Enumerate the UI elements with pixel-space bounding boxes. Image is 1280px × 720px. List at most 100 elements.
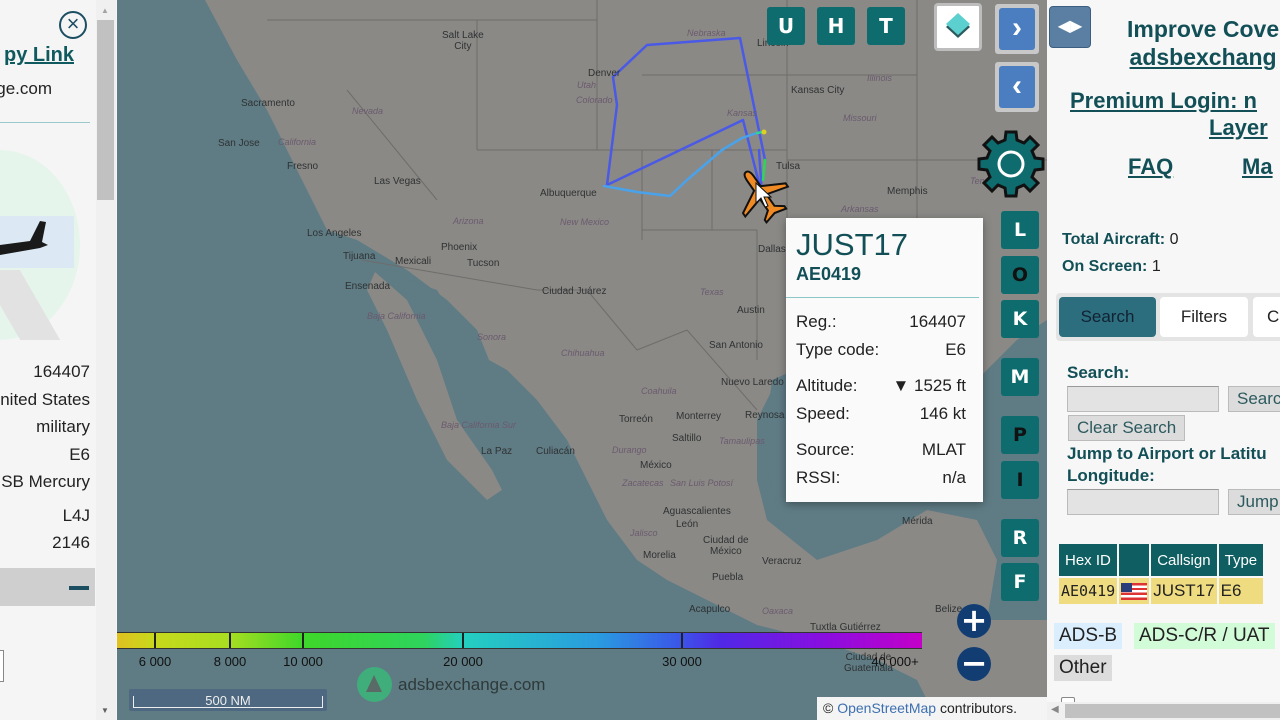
map-label-torreon: Torreón <box>619 414 653 425</box>
map-label-culiacan: Culiacán <box>536 446 575 457</box>
total-aircraft-stat: Total Aircraft: 0 <box>1062 231 1178 249</box>
aircraft-photo[interactable] <box>0 130 95 360</box>
vertical-scrollbar[interactable]: ▲ ▼ <box>96 0 116 720</box>
info-icao-class: L4J <box>62 505 90 525</box>
jump-label-2: Longitude: <box>1067 466 1155 485</box>
search-input[interactable] <box>1067 386 1219 412</box>
map-label-colorado: Colorado <box>576 95 613 105</box>
layers-button[interactable] <box>934 3 982 51</box>
copy-link[interactable]: py Link <box>4 44 74 67</box>
map-label-san-luis-potosi: San Luis Potosí <box>670 478 734 488</box>
scrollbar-thumb[interactable] <box>97 20 114 200</box>
toggle-u-button[interactable]: U <box>767 7 805 45</box>
map-label-jalisco: Jalisco <box>630 528 658 538</box>
info-rows: 164407 nited States military E6 SB Mercu… <box>0 358 90 557</box>
clear-search-button[interactable]: Clear Search <box>1068 415 1186 441</box>
map-label-texas: Texas <box>700 287 724 297</box>
checkbox-stub[interactable] <box>0 650 4 682</box>
sidebar-tabs: Search Filters C <box>1056 293 1280 341</box>
table-header-row: Hex ID Callsign Type <box>1059 544 1264 576</box>
scroll-down-icon[interactable]: ▼ <box>101 706 109 715</box>
map-link[interactable]: Ma <box>1242 154 1273 180</box>
tab-other[interactable]: C <box>1253 297 1280 337</box>
map-label-phoenix: Phoenix <box>441 242 478 253</box>
aircraft-table: Hex ID Callsign Type AE0419 JUST17 E6 <box>1057 542 1265 606</box>
tab-filters[interactable]: Filters <box>1160 297 1248 337</box>
popup-value: E6 <box>945 340 966 359</box>
scroll-up-icon[interactable]: ▲ <box>101 6 109 15</box>
toggle-i-button[interactable]: I <box>1001 461 1039 499</box>
map-label-ciudad-de-mexico: Ciudad de México <box>703 535 749 557</box>
collapse-section-button[interactable] <box>0 568 95 606</box>
premium-layer-link[interactable]: Layer <box>1209 115 1268 141</box>
toggle-f-button[interactable]: F <box>1001 563 1039 601</box>
column-header-callsign[interactable]: Callsign <box>1151 544 1217 576</box>
total-aircraft-label: Total Aircraft: <box>1062 231 1166 248</box>
next-button[interactable]: › <box>995 4 1039 54</box>
divider <box>0 122 90 123</box>
toggle-k-button[interactable]: K <box>1001 300 1039 338</box>
map-view[interactable]: Salt Lake City Denver Lincoln Kansas Cit… <box>117 0 1047 720</box>
zoom-in-button[interactable]: + <box>957 604 991 638</box>
premium-login-link[interactable]: Premium Login: n <box>1070 88 1257 114</box>
scroll-left-icon[interactable]: ◀ <box>1051 704 1059 715</box>
column-header-type[interactable]: Type <box>1218 544 1264 576</box>
aircraft-popup[interactable]: JUST17 AE0419 Reg.: 164407 Type code: E6… <box>786 218 983 502</box>
map-label-fresno: Fresno <box>287 161 319 172</box>
map-label-acapulco: Acapulco <box>689 604 731 615</box>
map-label-nebraska: Nebraska <box>687 28 726 38</box>
popup-label: Speed: <box>796 404 850 423</box>
popup-label: RSSI: <box>796 468 841 487</box>
on-screen-stat: On Screen: 1 <box>1062 258 1161 276</box>
prev-button[interactable]: ‹ <box>995 62 1039 112</box>
scrollbar-thumb[interactable] <box>1065 704 1280 718</box>
legend-adsb: ADS-B <box>1054 623 1123 649</box>
map-label-tucson: Tucson <box>467 258 500 269</box>
jump-input[interactable] <box>1067 489 1219 515</box>
popup-row-source: Source: MLAT <box>796 440 966 460</box>
tab-search[interactable]: Search <box>1059 297 1156 337</box>
horizontal-scrollbar[interactable]: ◀ <box>1047 702 1280 720</box>
jump-button[interactable]: Jump <box>1228 489 1280 515</box>
popup-row-altitude: Altitude: ▼ 1525 ft <box>796 376 966 396</box>
chevron-left-icon: ‹ <box>999 66 1035 108</box>
info-category: military <box>36 417 90 436</box>
table-row[interactable]: AE0419 JUST17 E6 <box>1059 578 1264 604</box>
popup-value: 146 kt <box>919 404 966 423</box>
popup-divider <box>786 297 979 298</box>
map-label-albuquerque: Albuquerque <box>540 188 597 199</box>
popup-value: MLAT <box>921 440 966 459</box>
toggle-o-button[interactable]: O <box>1001 256 1039 294</box>
map-label-monterrey: Monterrey <box>676 411 722 422</box>
map-label-reynosa: Reynosa <box>745 410 785 421</box>
search-button[interactable]: Searc <box>1228 386 1280 412</box>
faq-link[interactable]: FAQ <box>1128 154 1173 180</box>
popup-row-speed: Speed: 146 kt <box>796 404 966 424</box>
jump-label: Jump to Airport or Latitu <box>1067 444 1267 463</box>
openstreetmap-link[interactable]: OpenStreetMap <box>837 700 936 716</box>
settings-gear-icon[interactable] <box>975 128 1047 200</box>
adsbexchange-logo-icon <box>357 667 392 702</box>
toggle-t-button[interactable]: T <box>867 7 905 45</box>
column-header-flag[interactable] <box>1119 544 1150 576</box>
close-icon[interactable]: × <box>59 11 87 39</box>
altitude-color-legend <box>117 632 922 649</box>
map-label-coahuila: Coahuila <box>641 386 677 396</box>
map-label-baja-california-sur: Baja California Sur <box>441 420 517 430</box>
map-label-mexico: México <box>640 460 672 471</box>
column-header-hex-id[interactable]: Hex ID <box>1059 544 1118 576</box>
toggle-m-button[interactable]: M <box>1001 358 1039 396</box>
adsbexchange-link[interactable]: adsbexchang <box>1127 43 1279 71</box>
toggle-h-button[interactable]: H <box>817 7 855 45</box>
minus-icon <box>69 586 89 590</box>
toggle-l-button[interactable]: L <box>1001 211 1039 249</box>
map-label-veracruz: Veracruz <box>762 556 802 567</box>
legend-tick-label: 8 000 <box>213 654 247 669</box>
chevron-right-icon: › <box>999 8 1035 50</box>
toggle-p-button[interactable]: P <box>1001 416 1039 454</box>
toggle-sidebar-button[interactable]: ◀▶ <box>1049 6 1091 48</box>
toggle-r-button[interactable]: R <box>1001 519 1039 557</box>
zoom-out-button[interactable]: − <box>957 647 991 681</box>
map-label-leon: León <box>676 519 699 530</box>
map-label-tamaulipas: Tamaulipas <box>719 436 765 446</box>
